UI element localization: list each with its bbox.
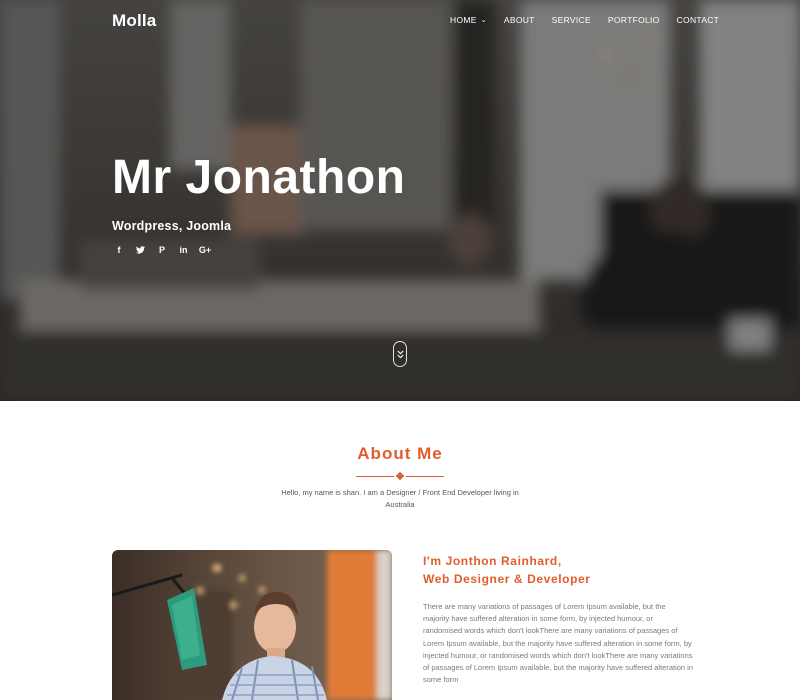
- profile-name: I'm Jonthon Rainhard,: [423, 554, 562, 568]
- chevron-double-down-icon: [396, 350, 404, 358]
- scroll-down-button[interactable]: [393, 341, 407, 367]
- nav-item-contact[interactable]: CONTACT: [677, 15, 720, 25]
- brand-logo[interactable]: Molla: [112, 11, 156, 31]
- divider-line-right: [406, 475, 444, 477]
- hero-subtitle: Wordpress, Joomla: [112, 219, 232, 233]
- google-plus-glyph: G+: [198, 244, 212, 255]
- profile-bio: There are many variations of passages of…: [423, 602, 694, 685]
- nav-item-about[interactable]: ABOUT: [504, 15, 535, 25]
- profile-photo: [112, 550, 392, 700]
- nav-item-service[interactable]: SERVICE: [552, 15, 591, 25]
- chevron-down-icon: ⌄: [480, 17, 487, 24]
- title-divider: [356, 471, 444, 481]
- profile-photo-image: [112, 550, 392, 700]
- profile-role: Web Designer & Developer: [423, 572, 591, 586]
- nav-item-portfolio[interactable]: PORTFOLIO: [608, 15, 660, 25]
- facebook-icon[interactable]: f: [112, 243, 126, 257]
- hero-section: Molla HOME ⌄ ABOUT SERVICE PORTFOLIO CONT…: [0, 0, 800, 401]
- about-title: About Me: [357, 444, 443, 463]
- linkedin-icon[interactable]: in: [177, 243, 191, 257]
- google-plus-icon[interactable]: G+: [198, 243, 212, 257]
- facebook-glyph: f: [117, 244, 121, 255]
- linkedin-glyph: in: [179, 244, 188, 255]
- hero-title: Mr Jonathon: [112, 151, 406, 204]
- nav-item-label: HOME: [450, 15, 477, 25]
- divider-line-left: [356, 475, 394, 477]
- profile-heading: I'm Jonthon Rainhard, Web Designer & Dev…: [423, 552, 591, 588]
- top-navigation: Molla HOME ⌄ ABOUT SERVICE PORTFOLIO CONT…: [0, 0, 800, 42]
- social-links: f P in G+: [112, 243, 220, 257]
- pinterest-icon[interactable]: P: [155, 243, 169, 257]
- main-menu: HOME ⌄ ABOUT SERVICE PORTFOLIO CONTACT: [450, 15, 719, 25]
- pinterest-glyph: P: [158, 244, 165, 255]
- about-intro: Hello, my name is shan. I am a Designer …: [281, 488, 519, 509]
- nav-item-home[interactable]: HOME ⌄: [450, 15, 487, 25]
- diamond-icon: [395, 471, 405, 481]
- twitter-icon[interactable]: [134, 243, 148, 257]
